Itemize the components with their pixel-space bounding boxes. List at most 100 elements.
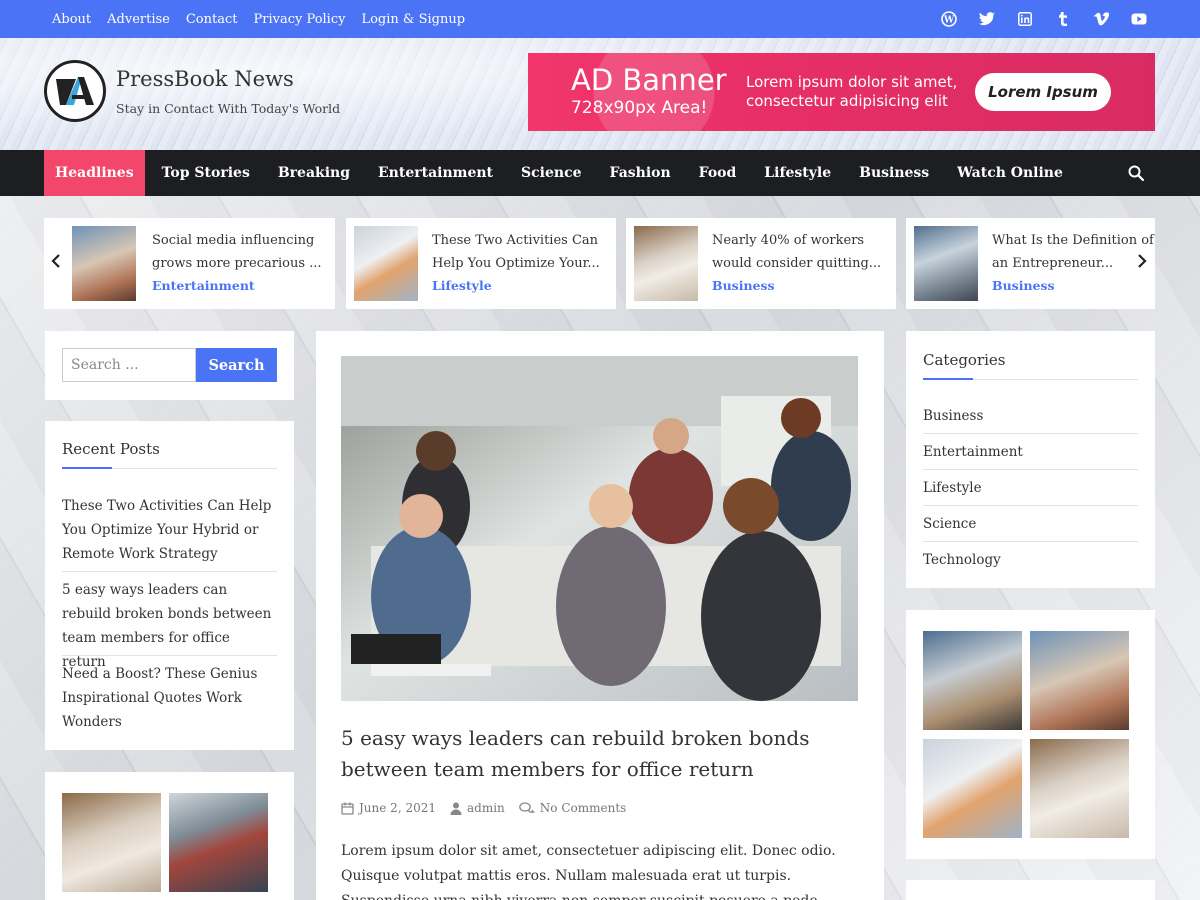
carousel-card-image[interactable] [914,226,978,301]
carousel-card[interactable]: Nearly 40% of workers would consider qui… [626,218,896,309]
category-link-science[interactable]: Science [923,516,1138,532]
search-widget: Search ... Search [45,331,294,400]
site-logo[interactable] [44,60,106,122]
widget-title: Categories [923,351,1006,369]
gallery-widget [906,610,1155,859]
search-icon[interactable] [1128,165,1145,182]
featured-post-title[interactable]: 5 easy ways leaders can rebuild broken b… [341,723,858,785]
ad-size: 728x90px Area! [571,98,708,118]
nav-menu: Headlines Top Stories Breaking Entertain… [44,150,1080,196]
category-link-lifestyle[interactable]: Lifestyle [923,480,1138,496]
ad-button[interactable]: Lorem Ipsum [975,73,1111,111]
nav-item-watch-online[interactable]: Watch Online [946,150,1074,196]
carousel-card-category[interactable]: Business [712,278,775,293]
main-navigation: Headlines Top Stories Breaking Entertain… [0,150,1200,196]
logo-mark-icon [56,77,94,105]
posts-carousel: Social media influencing grows more prec… [44,218,1155,309]
nav-item-science[interactable]: Science [510,150,592,196]
vimeo-icon[interactable] [1092,10,1110,28]
post-comments[interactable]: No Comments [540,801,627,815]
svg-text:W: W [943,16,955,26]
divider [62,571,277,572]
recent-posts-widget: Recent Posts These Two Activities Can He… [45,421,294,750]
carousel-card-category[interactable]: Business [992,278,1055,293]
carousel-card[interactable]: What Is the Definition of an Entrepreneu… [906,218,1155,309]
wordpress-icon[interactable]: W [940,10,958,28]
tumblr-icon[interactable] [1054,10,1072,28]
gallery-thumbnail[interactable] [169,793,268,892]
widget-title-underline [923,378,1138,380]
top-link-privacy-policy[interactable]: Privacy Policy [254,12,346,27]
divider [923,541,1138,542]
divider [62,655,277,656]
top-link-contact[interactable]: Contact [186,12,238,27]
carousel-card[interactable]: Social media influencing grows more prec… [44,218,335,309]
carousel-prev-icon[interactable] [51,254,61,272]
nav-item-top-stories[interactable]: Top Stories [151,150,261,196]
nav-item-breaking[interactable]: Breaking [267,150,361,196]
recent-post-link[interactable]: Need a Boost? These Genius Inspirational… [62,662,277,734]
nav-item-business[interactable]: Business [848,150,940,196]
site-tagline: Stay in Contact With Today's World [116,101,341,116]
divider [923,469,1138,470]
nav-item-entertainment[interactable]: Entertainment [367,150,504,196]
widget-title: Recent Posts [62,440,160,458]
search-button[interactable]: Search [196,348,277,382]
user-icon [450,802,462,815]
category-link-business[interactable]: Business [923,408,1138,424]
top-link-login-signup[interactable]: Login & Signup [361,12,465,27]
calendar-icon [341,802,354,815]
carousel-card-title[interactable]: Nearly 40% of workers would consider qui… [712,229,887,275]
search-input[interactable]: Search ... [62,348,196,382]
comments-icon [518,801,535,815]
site-header: PressBook News Stay in Contact With Toda… [0,38,1200,150]
nav-item-food[interactable]: Food [688,150,748,196]
youtube-icon[interactable] [1130,10,1148,28]
post-date[interactable]: June 2, 2021 [359,801,436,815]
twitter-icon[interactable] [978,10,996,28]
top-bar: About Advertise Contact Privacy Policy L… [0,0,1200,38]
ad-banner[interactable]: AD Banner 728x90px Area! Lorem ipsum dol… [528,53,1155,131]
social-links: W [940,10,1148,28]
carousel-card-image[interactable] [354,226,418,301]
categories-widget: Categories Business Entertainment Lifest… [906,331,1155,588]
divider [923,505,1138,506]
carousel-card[interactable]: These Two Activities Can Help You Optimi… [346,218,616,309]
featured-post: 5 easy ways leaders can rebuild broken b… [316,331,884,900]
category-link-technology[interactable]: Technology [923,552,1138,568]
recent-post-link[interactable]: These Two Activities Can Help You Optimi… [62,494,277,566]
widget-title-underline [62,467,277,469]
site-title[interactable]: PressBook News [116,67,294,91]
linkedin-icon[interactable] [1016,10,1034,28]
top-link-advertise[interactable]: Advertise [107,12,170,27]
gallery-thumbnail[interactable] [62,793,161,892]
nav-item-lifestyle[interactable]: Lifestyle [753,150,842,196]
gallery-widget [45,772,294,900]
carousel-card-category[interactable]: Entertainment [152,278,255,293]
carousel-card-title[interactable]: These Two Activities Can Help You Optimi… [432,229,607,275]
recent-post-link[interactable]: 5 easy ways leaders can rebuild broken b… [62,578,277,674]
category-link-entertainment[interactable]: Entertainment [923,444,1138,460]
ad-text: Lorem ipsum dolor sit amet, consectetur … [746,73,958,110]
ad-title: AD Banner [571,63,727,97]
carousel-card-image[interactable] [72,226,136,301]
carousel-card-title[interactable]: Social media influencing grows more prec… [152,229,327,275]
carousel-card-category[interactable]: Lifestyle [432,278,492,293]
divider [923,433,1138,434]
post-excerpt: Lorem ipsum dolor sit amet, consectetuer… [341,843,836,900]
top-links: About Advertise Contact Privacy Policy L… [52,12,481,27]
nav-item-headlines[interactable]: Headlines [44,150,145,196]
carousel-card-title[interactable]: What Is the Definition of an Entrepreneu… [992,229,1155,275]
carousel-next-icon[interactable] [1137,254,1147,272]
gallery-thumbnail[interactable] [923,739,1022,838]
nav-item-fashion[interactable]: Fashion [599,150,682,196]
top-link-about[interactable]: About [52,12,91,27]
post-author[interactable]: admin [467,801,505,815]
sidebar-widget [906,880,1155,900]
carousel-card-image[interactable] [634,226,698,301]
gallery-thumbnail[interactable] [1030,739,1129,838]
featured-post-image[interactable] [341,356,858,701]
post-meta: June 2, 2021 admin No Comments [341,801,640,815]
gallery-thumbnail[interactable] [923,631,1022,730]
gallery-thumbnail[interactable] [1030,631,1129,730]
